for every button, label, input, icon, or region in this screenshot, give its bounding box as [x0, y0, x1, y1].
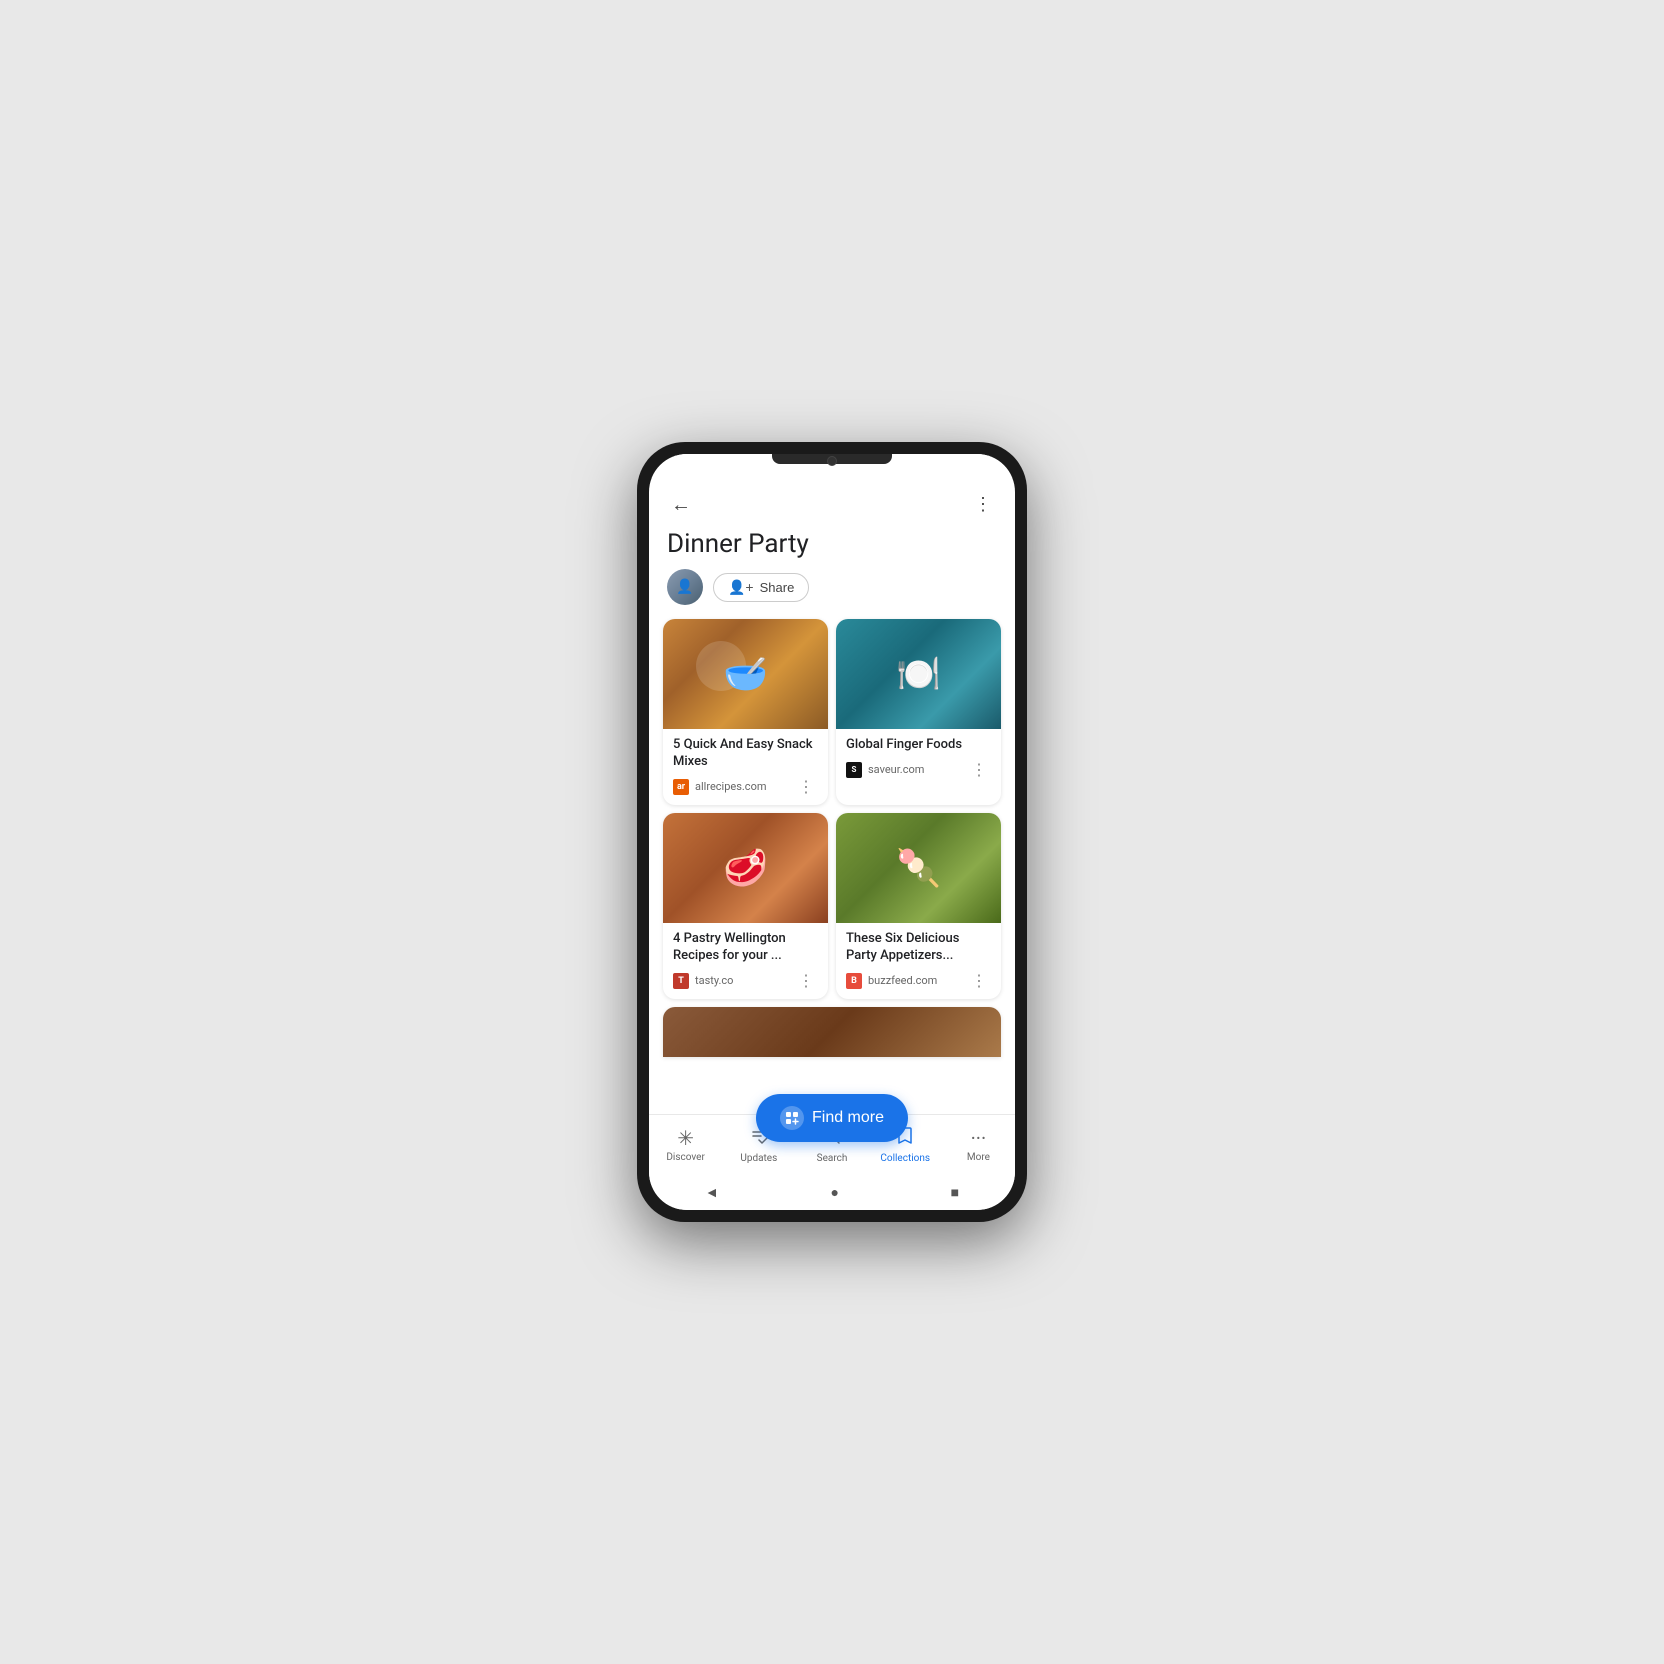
- sys-recents-button[interactable]: ■: [951, 1184, 959, 1201]
- card-wellington-title: 4 Pastry Wellington Recipes for your ...: [673, 931, 818, 965]
- card-wellington-more[interactable]: ⋮: [794, 971, 818, 991]
- allrecipes-name: allrecipes.com: [695, 780, 767, 793]
- search-label: Search: [817, 1153, 848, 1164]
- more-label: More: [967, 1152, 990, 1163]
- share-icon: 👤+: [728, 579, 754, 596]
- card-wellington-source: T tasty.co ⋮: [673, 971, 818, 991]
- card-snack-mixes-body: 5 Quick And Easy Snack Mixes ar allrecip…: [663, 729, 828, 805]
- system-nav: ◄ ● ■: [649, 1174, 1015, 1210]
- nav-discover[interactable]: ✳ Discover: [649, 1122, 722, 1167]
- card-appetizers-more[interactable]: ⋮: [967, 971, 991, 991]
- partial-card: [663, 1007, 1001, 1057]
- source-left-2: S saveur.com: [846, 762, 924, 778]
- source-left-4: B buzzfeed.com: [846, 973, 937, 989]
- card-finger-foods-body: Global Finger Foods S saveur.com ⋮: [836, 729, 1001, 788]
- allrecipes-icon: ar: [673, 779, 689, 795]
- more-icon: ···: [971, 1126, 987, 1150]
- avatar-image: 👤: [667, 569, 703, 605]
- card-finger-foods-more[interactable]: ⋮: [967, 760, 991, 780]
- share-label: Share: [760, 580, 795, 595]
- sys-back-button[interactable]: ◄: [705, 1184, 719, 1201]
- app-content: ← ⋮ Dinner Party 👤 👤+ Share: [649, 478, 1015, 1210]
- sys-home-button[interactable]: ●: [830, 1184, 838, 1201]
- discover-label: Discover: [666, 1152, 705, 1163]
- user-row: 👤 👤+ Share: [649, 569, 1015, 619]
- saveur-name: saveur.com: [868, 763, 924, 776]
- card-finger-foods-image: [836, 619, 1001, 729]
- card-finger-foods-source: S saveur.com ⋮: [846, 760, 991, 780]
- card-snack-mixes-title: 5 Quick And Easy Snack Mixes: [673, 737, 818, 771]
- tasty-name: tasty.co: [695, 974, 733, 987]
- card-appetizers-body: These Six Delicious Party Appetizers... …: [836, 923, 1001, 999]
- more-options-button[interactable]: ⋮: [970, 490, 997, 519]
- collections-label: Collections: [880, 1153, 930, 1164]
- card-snack-mixes[interactable]: 5 Quick And Easy Snack Mixes ar allrecip…: [663, 619, 828, 805]
- card-snack-mixes-more[interactable]: ⋮: [794, 777, 818, 797]
- discover-icon: ✳: [677, 1126, 694, 1150]
- buzzfeed-icon: B: [846, 973, 862, 989]
- card-appetizers-image: [836, 813, 1001, 923]
- share-button[interactable]: 👤+ Share: [713, 573, 809, 602]
- find-more-icon: [780, 1106, 804, 1130]
- card-finger-foods[interactable]: Global Finger Foods S saveur.com ⋮: [836, 619, 1001, 805]
- card-wellington[interactable]: 4 Pastry Wellington Recipes for your ...…: [663, 813, 828, 999]
- cards-grid: 5 Quick And Easy Snack Mixes ar allrecip…: [649, 619, 1015, 999]
- buzzfeed-name: buzzfeed.com: [868, 974, 937, 987]
- find-more-label: Find more: [812, 1109, 884, 1127]
- scroll-area: ← ⋮ Dinner Party 👤 👤+ Share: [649, 478, 1015, 1114]
- card-snack-mixes-source: ar allrecipes.com ⋮: [673, 777, 818, 797]
- phone-screen: ← ⋮ Dinner Party 👤 👤+ Share: [649, 454, 1015, 1210]
- card-finger-foods-title: Global Finger Foods: [846, 737, 991, 754]
- top-bar: ← ⋮: [649, 478, 1015, 525]
- nav-more[interactable]: ··· More: [942, 1122, 1015, 1167]
- partial-card-image: [663, 1007, 1001, 1057]
- saveur-icon: S: [846, 762, 862, 778]
- card-wellington-image: [663, 813, 828, 923]
- card-wellington-body: 4 Pastry Wellington Recipes for your ...…: [663, 923, 828, 999]
- card-snack-mixes-image: [663, 619, 828, 729]
- tasty-icon: T: [673, 973, 689, 989]
- page-title: Dinner Party: [649, 525, 1015, 569]
- card-appetizers-title: These Six Delicious Party Appetizers...: [846, 931, 991, 965]
- source-left: ar allrecipes.com: [673, 779, 767, 795]
- back-button[interactable]: ←: [667, 488, 695, 521]
- avatar: 👤: [667, 569, 703, 605]
- phone-frame: ← ⋮ Dinner Party 👤 👤+ Share: [637, 442, 1027, 1222]
- source-left-3: T tasty.co: [673, 973, 733, 989]
- updates-label: Updates: [740, 1153, 777, 1164]
- card-appetizers[interactable]: These Six Delicious Party Appetizers... …: [836, 813, 1001, 999]
- phone-camera: [827, 456, 837, 466]
- find-more-button[interactable]: Find more: [756, 1094, 908, 1142]
- card-appetizers-source: B buzzfeed.com ⋮: [846, 971, 991, 991]
